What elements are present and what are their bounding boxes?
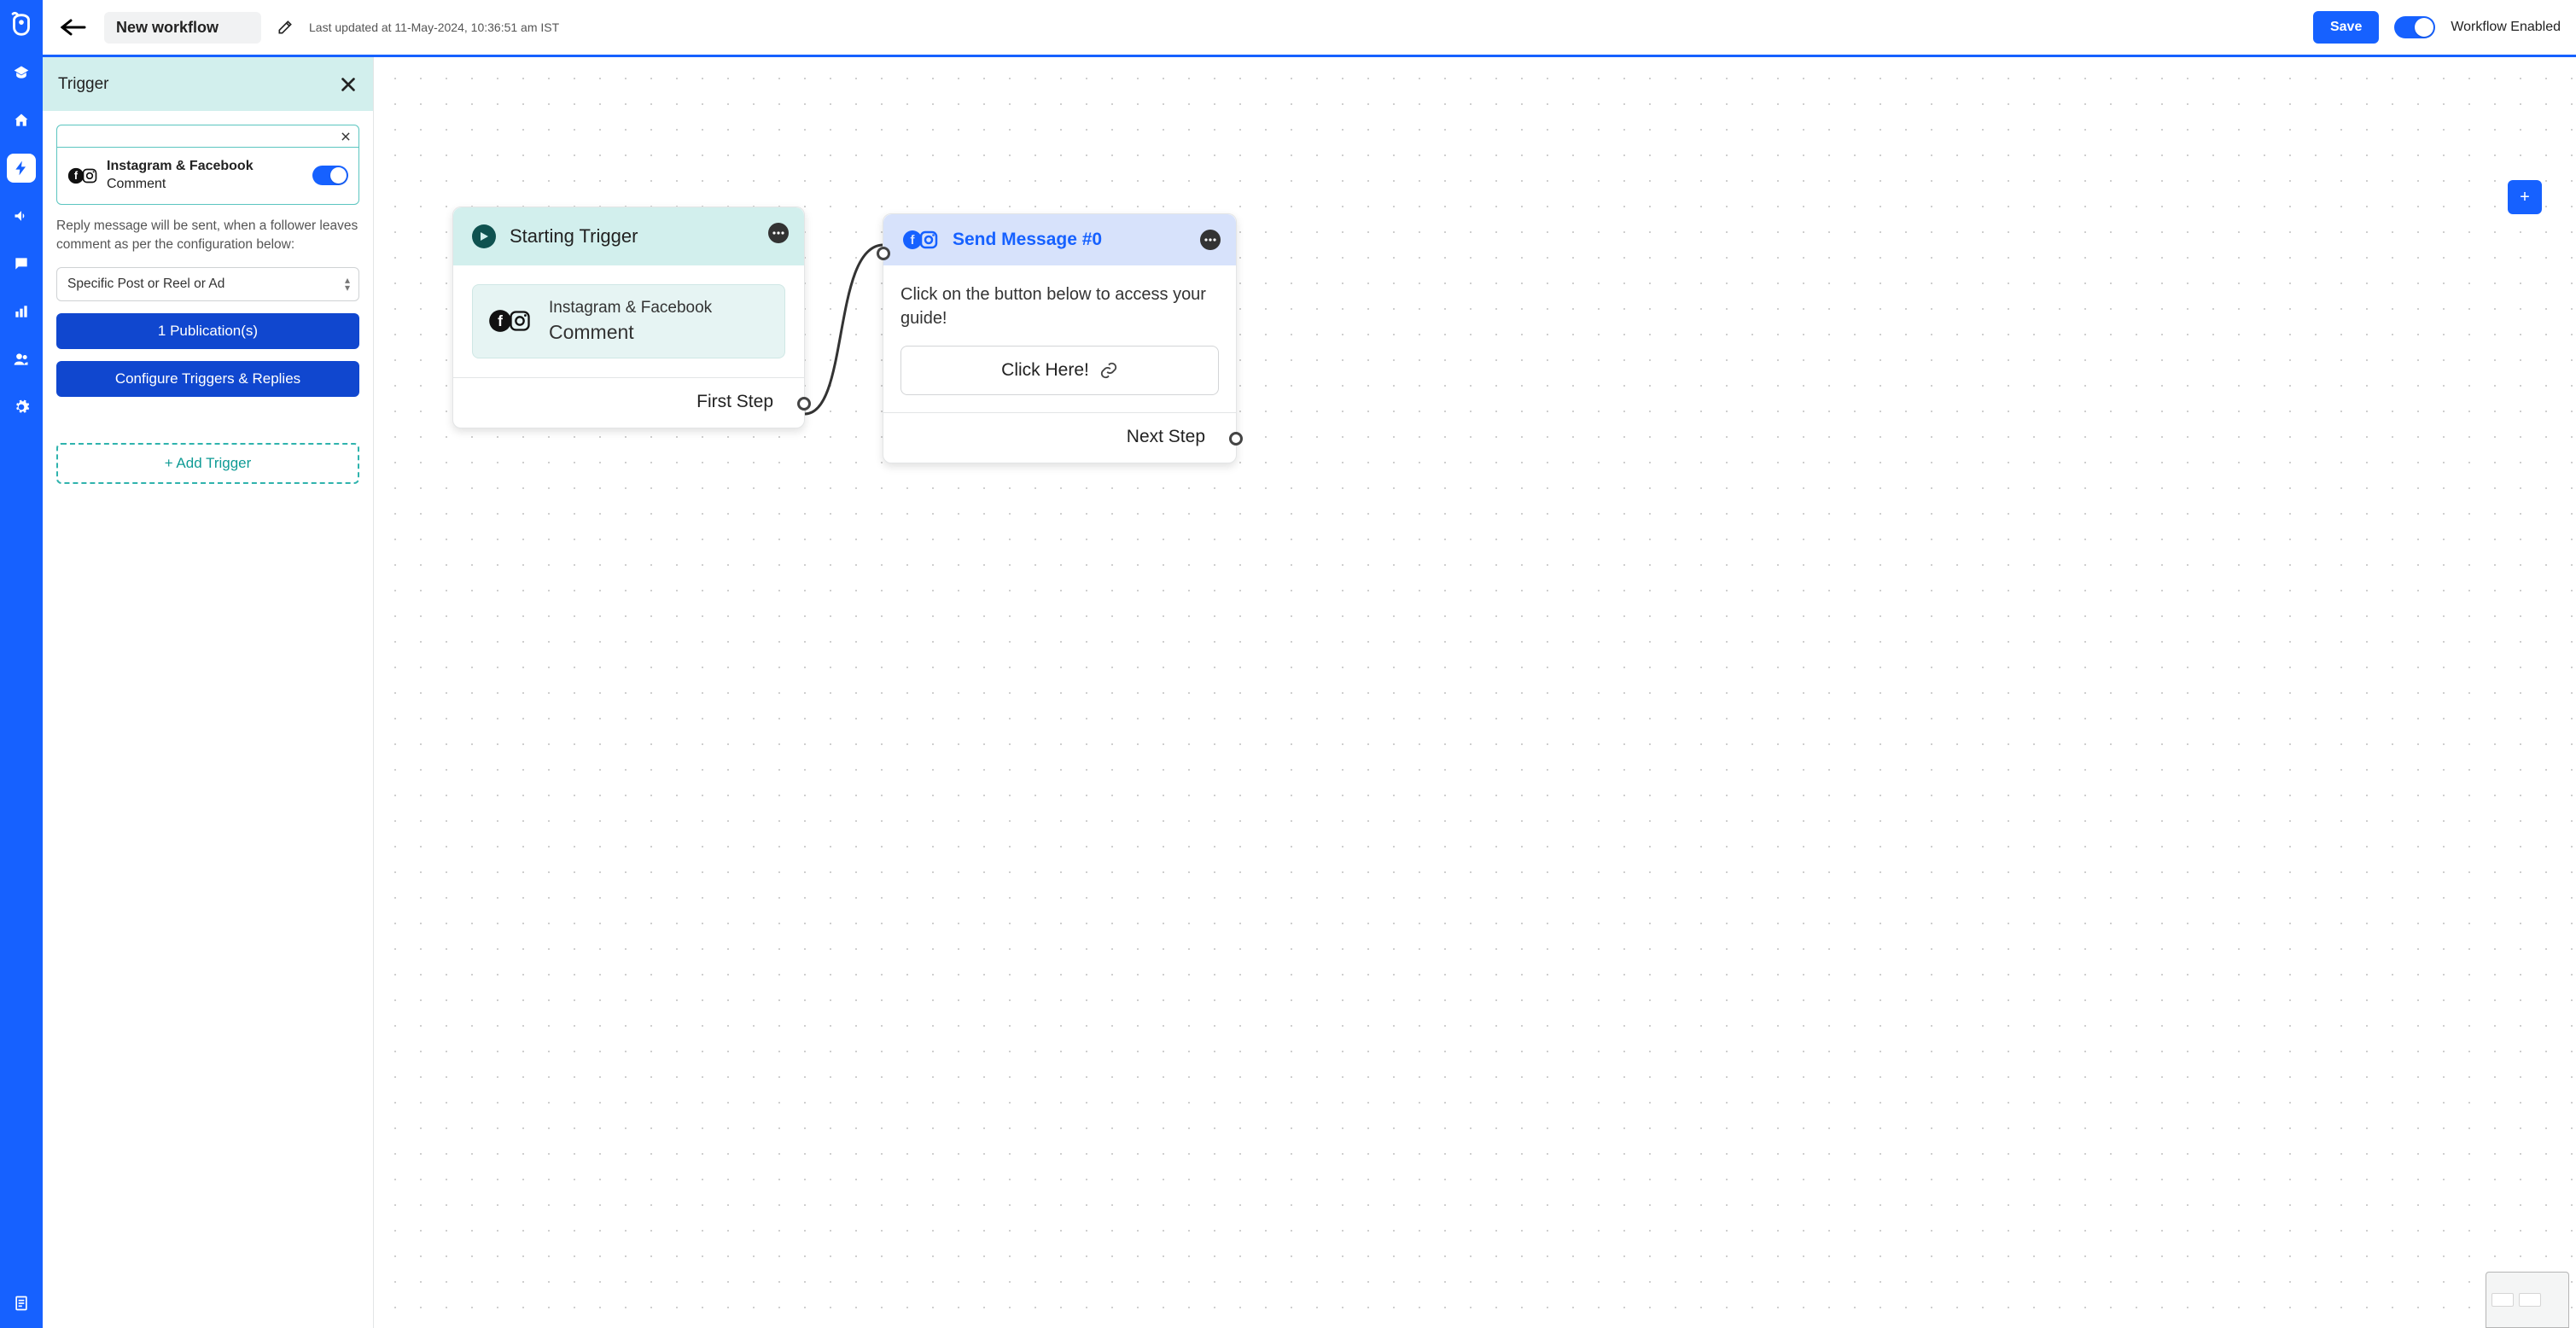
add-node-button[interactable]: + [2508, 180, 2542, 214]
app-logo-icon[interactable] [7, 10, 36, 39]
minimap-node [2519, 1293, 2541, 1307]
panel-title: Trigger [58, 75, 108, 94]
minimap[interactable] [2486, 1272, 2569, 1328]
nav-users-icon[interactable] [7, 345, 36, 374]
next-step-label: Next Step [1127, 427, 1219, 446]
publications-button[interactable]: 1 Publication(s) [56, 313, 359, 349]
input-port[interactable] [877, 247, 890, 260]
workflow-enabled-label: Workflow Enabled [2451, 20, 2561, 35]
node-title: Send Message #0 [953, 230, 1102, 250]
trigger-provider: Instagram & Facebook [107, 159, 254, 173]
first-step-label: First Step [696, 392, 787, 411]
edit-title-icon[interactable] [277, 19, 294, 36]
nav-chat-icon[interactable] [7, 249, 36, 278]
link-icon [1099, 361, 1118, 380]
facebook-instagram-icon: f [902, 230, 939, 250]
nav-flows-icon[interactable] [7, 154, 36, 183]
trigger-help-text: Reply message will be sent, when a follo… [56, 217, 359, 255]
nav-docs-icon[interactable] [7, 1289, 36, 1318]
nav-analytics-icon[interactable] [7, 297, 36, 326]
node-menu-icon[interactable] [1200, 230, 1221, 250]
trigger-panel: Trigger f [43, 57, 374, 1328]
node-send-message[interactable]: f Send Message #0 Click on the button be… [883, 213, 1237, 463]
output-port[interactable] [797, 397, 811, 411]
widget-provider: Instagram & Facebook [549, 297, 712, 319]
trigger-widget[interactable]: f Instagram & Facebook Comment [472, 284, 785, 358]
play-icon [472, 224, 496, 248]
workflow-enabled-toggle[interactable] [2394, 16, 2435, 38]
add-trigger-button[interactable]: + Add Trigger [56, 443, 359, 484]
header: New workflow Last updated at 11-May-2024… [43, 0, 2576, 57]
connector-line [798, 235, 892, 448]
widget-event: Comment [549, 319, 712, 346]
nav-broadcast-icon[interactable] [7, 201, 36, 230]
save-button[interactable]: Save [2313, 11, 2379, 44]
facebook-instagram-icon: f [488, 309, 532, 333]
trigger-card: f Instagram & Facebook Comment [56, 125, 359, 205]
message-text: Click on the button below to access your… [900, 282, 1219, 330]
facebook-instagram-icon: f [67, 167, 98, 184]
minimap-node [2491, 1293, 2514, 1307]
message-button[interactable]: Click Here! [900, 346, 1219, 395]
workflow-title[interactable]: New workflow [104, 12, 261, 44]
nav-rail [0, 0, 43, 1328]
dropdown-caret-icon: ▴▾ [345, 277, 350, 291]
panel-close-icon[interactable] [339, 75, 358, 94]
nav-home-icon[interactable] [7, 106, 36, 135]
nav-settings-icon[interactable] [7, 393, 36, 422]
node-menu-icon[interactable] [768, 223, 789, 243]
flow-canvas[interactable]: Starting Trigger f Instagram & Facebook [374, 57, 2576, 1328]
back-button[interactable] [58, 12, 89, 43]
trigger-scope-dropdown[interactable]: Specific Post or Reel or Ad ▴▾ [56, 267, 359, 301]
node-starting-trigger[interactable]: Starting Trigger f Instagram & Facebook [452, 207, 805, 428]
trigger-remove-icon[interactable] [340, 131, 352, 143]
nav-education-icon[interactable] [7, 58, 36, 87]
last-updated-label: Last updated at 11-May-2024, 10:36:51 am… [309, 20, 559, 34]
output-port[interactable] [1229, 432, 1243, 446]
svg-text:f: f [498, 312, 503, 329]
configure-triggers-button[interactable]: Configure Triggers & Replies [56, 361, 359, 397]
trigger-enabled-toggle[interactable] [312, 166, 348, 185]
node-title: Starting Trigger [510, 225, 638, 248]
trigger-event: Comment [107, 177, 166, 191]
